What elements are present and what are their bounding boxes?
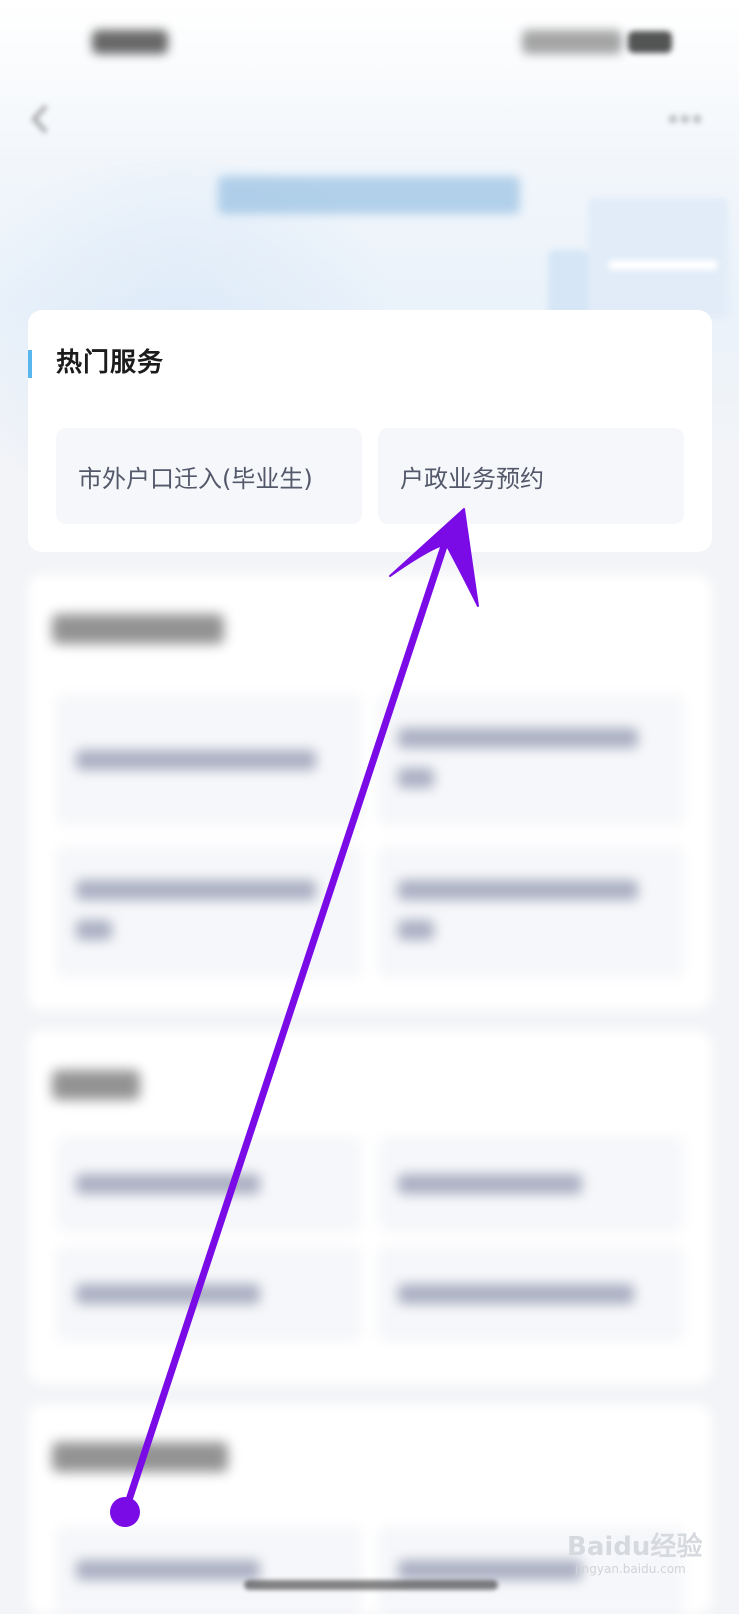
- watermark-domain: jingyan.baidu.com: [575, 1562, 686, 1576]
- header-illustration: [548, 198, 728, 318]
- section-accent-bar: [28, 350, 32, 378]
- back-icon[interactable]: [28, 102, 52, 136]
- hot-services-card: 热门服务 市外户口迁入(毕业生) 户政业务预约: [28, 310, 712, 552]
- section-title: 热门服务: [56, 348, 165, 378]
- status-bar-time: [92, 30, 168, 54]
- service-item-household-appointment[interactable]: 户政业务预约: [378, 428, 684, 524]
- blurred-service-card-2: [28, 1030, 712, 1384]
- watermark-brand: Baidu经验: [567, 1532, 703, 1562]
- baidu-watermark: Baidu经验 jingyan.baidu.com: [567, 1522, 707, 1582]
- battery-icon: [628, 31, 672, 53]
- page-title: [218, 176, 520, 214]
- status-bar-icons: [522, 30, 622, 54]
- more-icon[interactable]: [668, 114, 702, 124]
- home-indicator: [244, 1580, 498, 1590]
- service-item-hukou-migration[interactable]: 市外户口迁入(毕业生): [56, 428, 362, 524]
- blurred-service-card-1: [28, 574, 712, 1010]
